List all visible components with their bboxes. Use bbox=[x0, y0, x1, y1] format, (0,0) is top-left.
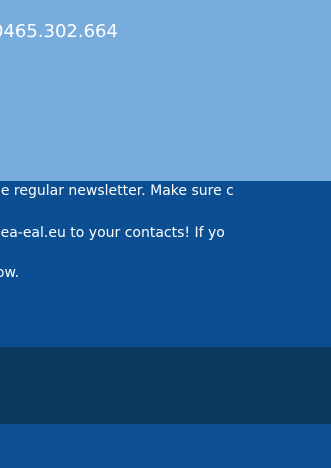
phone-number: 0465.302.664 bbox=[0, 21, 118, 42]
newsletter-section: he regular newsletter. Make sure c aea-e… bbox=[0, 181, 331, 347]
dark-footer-band bbox=[0, 347, 331, 424]
contact-section: 0465.302.664 bbox=[0, 0, 331, 181]
newsletter-line-1: he regular newsletter. Make sure c bbox=[0, 183, 234, 199]
newsletter-line-3: low. bbox=[0, 265, 20, 281]
newsletter-line-2: aea-eal.eu to your contacts! If yo bbox=[0, 225, 225, 241]
bottom-blue-band bbox=[0, 424, 331, 468]
